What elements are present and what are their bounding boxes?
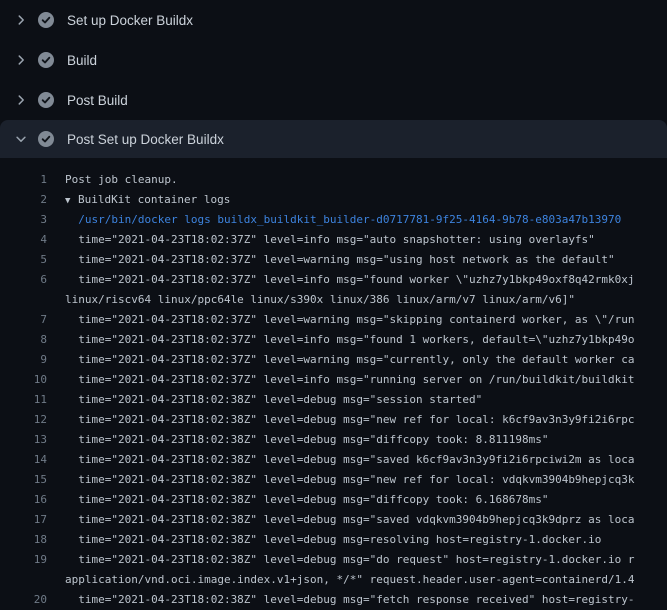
step-label: Set up Docker Buildx (67, 13, 193, 28)
log-line-text: time="2021-04-23T18:02:38Z" level=debug … (65, 390, 482, 410)
log-line-text: time="2021-04-23T18:02:37Z" level=info m… (65, 370, 635, 390)
step-label: Post Set up Docker Buildx (67, 132, 224, 147)
log-line-number[interactable] (0, 570, 47, 590)
step-status-check-icon (38, 131, 54, 147)
chevron-down-icon (13, 131, 29, 147)
log-line-number[interactable]: 10 (0, 370, 47, 390)
log-line: 5 time="2021-04-23T18:02:37Z" level=warn… (0, 250, 667, 270)
log-line-text: time="2021-04-23T18:02:38Z" level=debug … (65, 510, 635, 530)
step-row-post-build[interactable]: Post Build (0, 80, 667, 120)
step-row-post-set-up-docker-buildx[interactable]: Post Set up Docker Buildx (0, 120, 667, 158)
log-line-text: time="2021-04-23T18:02:38Z" level=debug … (65, 450, 635, 470)
log-line: 1 Post job cleanup. (0, 170, 667, 190)
log-line-text: time="2021-04-23T18:02:38Z" level=debug … (65, 410, 635, 430)
log-line-text: time="2021-04-23T18:02:38Z" level=debug … (65, 490, 548, 510)
log-line-text: Post job cleanup. (65, 170, 178, 190)
log-line-number[interactable]: 7 (0, 310, 47, 330)
log-line-number[interactable]: 11 (0, 390, 47, 410)
log-group-title: BuildKit container logs (78, 193, 230, 206)
log-line: 3 /usr/bin/docker logs buildx_buildkit_b… (0, 210, 667, 230)
log-line: 12 time="2021-04-23T18:02:38Z" level=deb… (0, 410, 667, 430)
log-line-text: /usr/bin/docker logs buildx_buildkit_bui… (65, 210, 621, 230)
log-line-text: time="2021-04-23T18:02:38Z" level=debug … (65, 550, 635, 570)
chevron-right-icon (13, 92, 29, 108)
log-line: 9 time="2021-04-23T18:02:37Z" level=warn… (0, 350, 667, 370)
log-view: 1 Post job cleanup. 2 ▼BuildKit container l… (0, 158, 667, 610)
log-line-number[interactable]: 8 (0, 330, 47, 350)
log-line: linux/riscv64 linux/ppc64le linux/s390x … (0, 290, 667, 310)
log-line-number[interactable]: 2 (0, 190, 47, 210)
step-status-check-icon (38, 92, 54, 108)
log-line: 13 time="2021-04-23T18:02:38Z" level=deb… (0, 430, 667, 450)
log-line: 20 time="2021-04-23T18:02:38Z" level=deb… (0, 590, 667, 610)
log-line: 11 time="2021-04-23T18:02:38Z" level=deb… (0, 390, 667, 410)
log-line-text: linux/riscv64 linux/ppc64le linux/s390x … (65, 290, 575, 310)
chevron-right-icon (13, 12, 29, 28)
log-line-text: time="2021-04-23T18:02:37Z" level=info m… (65, 230, 595, 250)
log-line-number[interactable]: 1 (0, 170, 47, 190)
log-line-text: time="2021-04-23T18:02:37Z" level=warnin… (65, 250, 615, 270)
actions-log-page: { "colors": { "page_bg": "#0c0f15", "exp… (0, 0, 667, 600)
log-line: 4 time="2021-04-23T18:02:37Z" level=info… (0, 230, 667, 250)
log-line-text: time="2021-04-23T18:02:38Z" level=debug … (65, 590, 635, 610)
log-line-number[interactable]: 17 (0, 510, 47, 530)
log-line-number[interactable]: 9 (0, 350, 47, 370)
log-line: 15 time="2021-04-23T18:02:38Z" level=deb… (0, 470, 667, 490)
log-line-number[interactable]: 18 (0, 530, 47, 550)
step-row-set-up-docker-buildx[interactable]: Set up Docker Buildx (0, 0, 667, 40)
log-line-text: time="2021-04-23T18:02:37Z" level=info m… (65, 330, 635, 350)
log-line-text: time="2021-04-23T18:02:38Z" level=debug … (65, 470, 635, 490)
step-label: Build (67, 53, 97, 68)
step-row-build[interactable]: Build (0, 40, 667, 80)
log-line-number[interactable]: 19 (0, 550, 47, 570)
log-line: application/vnd.oci.image.index.v1+json,… (0, 570, 667, 590)
log-line: 10 time="2021-04-23T18:02:37Z" level=inf… (0, 370, 667, 390)
triangle-down-icon: ▼ (65, 191, 78, 211)
log-line: 6 time="2021-04-23T18:02:37Z" level=info… (0, 270, 667, 290)
log-line: 17 time="2021-04-23T18:02:38Z" level=deb… (0, 510, 667, 530)
log-line-number[interactable]: 4 (0, 230, 47, 250)
log-line-number[interactable]: 3 (0, 210, 47, 230)
log-line-number[interactable] (0, 290, 47, 310)
log-line-text: time="2021-04-23T18:02:37Z" level=warnin… (65, 310, 635, 330)
log-line-number[interactable]: 14 (0, 450, 47, 470)
log-line: 18 time="2021-04-23T18:02:38Z" level=deb… (0, 530, 667, 550)
log-line: 16 time="2021-04-23T18:02:38Z" level=deb… (0, 490, 667, 510)
log-line: 2 ▼BuildKit container logs (0, 190, 667, 210)
steps-list: Set up Docker Buildx Build Post Build Post … (0, 0, 667, 158)
log-line-number[interactable]: 20 (0, 590, 47, 610)
log-line-text: time="2021-04-23T18:02:38Z" level=debug … (65, 530, 601, 550)
log-line: 7 time="2021-04-23T18:02:37Z" level=warn… (0, 310, 667, 330)
log-line-number[interactable]: 15 (0, 470, 47, 490)
log-line-text: application/vnd.oci.image.index.v1+json,… (65, 570, 635, 590)
log-line: 8 time="2021-04-23T18:02:37Z" level=info… (0, 330, 667, 350)
step-status-check-icon (38, 12, 54, 28)
log-line-number[interactable]: 5 (0, 250, 47, 270)
log-line-text: time="2021-04-23T18:02:37Z" level=warnin… (65, 350, 635, 370)
log-line-text: time="2021-04-23T18:02:38Z" level=debug … (65, 430, 548, 450)
step-label: Post Build (67, 93, 128, 108)
chevron-right-icon (13, 52, 29, 68)
log-line-text: time="2021-04-23T18:02:37Z" level=info m… (65, 270, 635, 290)
step-status-check-icon (38, 52, 54, 68)
log-line-number[interactable]: 6 (0, 270, 47, 290)
log-group-header[interactable]: ▼BuildKit container logs (65, 190, 230, 210)
log-line: 14 time="2021-04-23T18:02:38Z" level=deb… (0, 450, 667, 470)
log-line: 19 time="2021-04-23T18:02:38Z" level=deb… (0, 550, 667, 570)
log-line-number[interactable]: 13 (0, 430, 47, 450)
log-line-number[interactable]: 12 (0, 410, 47, 430)
log-line-number[interactable]: 16 (0, 490, 47, 510)
